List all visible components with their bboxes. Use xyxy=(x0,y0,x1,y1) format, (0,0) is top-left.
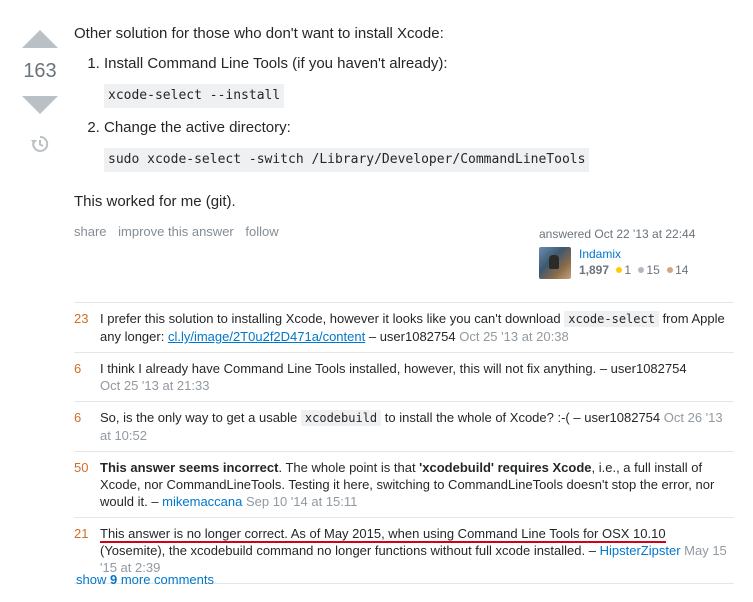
post-menu: share improve this answer follow xyxy=(74,224,287,239)
silver-badge-count: 15 xyxy=(646,263,660,277)
code-block: sudo xcode-select -switch /Library/Devel… xyxy=(104,148,590,172)
answer-body: Other solution for those who don't want … xyxy=(74,24,734,212)
comment: 6 So, is the only way to get a usable xc… xyxy=(74,402,734,452)
comment-score: 6 xyxy=(74,361,82,376)
bronze-badge-count: 14 xyxy=(675,263,689,277)
comment-score: 23 xyxy=(74,311,89,326)
comment: 6 I think I already have Command Line To… xyxy=(74,353,734,402)
follow-link[interactable]: follow xyxy=(245,224,278,239)
user-name[interactable]: Indamix xyxy=(579,247,688,261)
reputation-score: 1,897 xyxy=(579,263,610,277)
comment-score: 6 xyxy=(74,410,82,425)
downvote-icon[interactable] xyxy=(22,96,58,114)
answered-timestamp[interactable]: answered Oct 22 '13 at 22:44 xyxy=(539,227,729,241)
improve-answer-link[interactable]: improve this answer xyxy=(118,224,234,239)
comment-body: So, is the only way to get a usable xcod… xyxy=(100,410,723,443)
comment-body: This answer seems incorrect. The whole p… xyxy=(100,460,715,509)
comment: 23 I prefer this solution to installing … xyxy=(74,303,734,353)
inline-code: xcode-select xyxy=(564,311,659,327)
comment-date[interactable]: Oct 25 '13 at 20:38 xyxy=(459,329,568,344)
code-block: xcode-select --install xyxy=(104,84,285,108)
user-reputation: 1,897 1 15 14 xyxy=(579,263,688,277)
history-icon[interactable] xyxy=(30,134,50,154)
comment: 50 This answer seems incorrect. The whol… xyxy=(74,452,734,518)
comment-score: 21 xyxy=(74,526,89,541)
inline-code: xcodebuild xyxy=(300,410,382,426)
share-link[interactable]: share xyxy=(74,224,107,239)
avatar[interactable] xyxy=(539,247,571,279)
answer-steps: Install Command Line Tools (if you haven… xyxy=(74,54,734,182)
comment-user[interactable]: HipsterZipster xyxy=(600,543,681,558)
step-item: Change the active directory: sudo xcode-… xyxy=(104,118,734,182)
comment-date[interactable]: Oct 25 '13 at 21:33 xyxy=(100,378,209,393)
user-card: answered Oct 22 '13 at 22:44 Indamix 1,8… xyxy=(539,227,729,279)
show-more-comments-link[interactable]: show 9 more comments xyxy=(76,572,214,587)
comments-list: 23 I prefer this solution to installing … xyxy=(74,302,734,584)
comment-user[interactable]: mikemaccana xyxy=(162,494,242,509)
step-item: Install Command Line Tools (if you haven… xyxy=(104,54,734,118)
bronze-badge-icon xyxy=(667,267,674,274)
answer-outro: This worked for me (git). xyxy=(74,193,236,210)
comment-body: I think I already have Command Line Tool… xyxy=(100,361,687,393)
vote-column: 163 xyxy=(20,30,60,159)
gold-badge-count: 1 xyxy=(624,263,632,277)
upvote-icon[interactable] xyxy=(22,30,58,48)
vote-count: 163 xyxy=(23,60,57,82)
comment-body: I prefer this solution to installing Xco… xyxy=(100,311,725,344)
step-text: Install Command Line Tools (if you haven… xyxy=(104,55,448,72)
answer-intro: Other solution for those who don't want … xyxy=(74,25,444,42)
highlighted-text: This answer is no longer correct. As of … xyxy=(100,526,666,543)
comment-date[interactable]: Sep 10 '14 at 15:11 xyxy=(246,494,357,509)
step-text: Change the active directory: xyxy=(104,119,291,136)
comment-body: This answer is no longer correct. As of … xyxy=(100,526,727,575)
comment-user[interactable]: user1082754 xyxy=(380,329,456,344)
gold-badge-icon xyxy=(616,267,623,274)
comment-user[interactable]: user1082754 xyxy=(611,361,687,376)
silver-badge-icon xyxy=(638,267,645,274)
comment-score: 50 xyxy=(74,460,89,475)
comment-link[interactable]: cl.ly/image/2T0u2f2D471a/content xyxy=(168,329,365,344)
comment-user[interactable]: user1082754 xyxy=(584,410,660,425)
